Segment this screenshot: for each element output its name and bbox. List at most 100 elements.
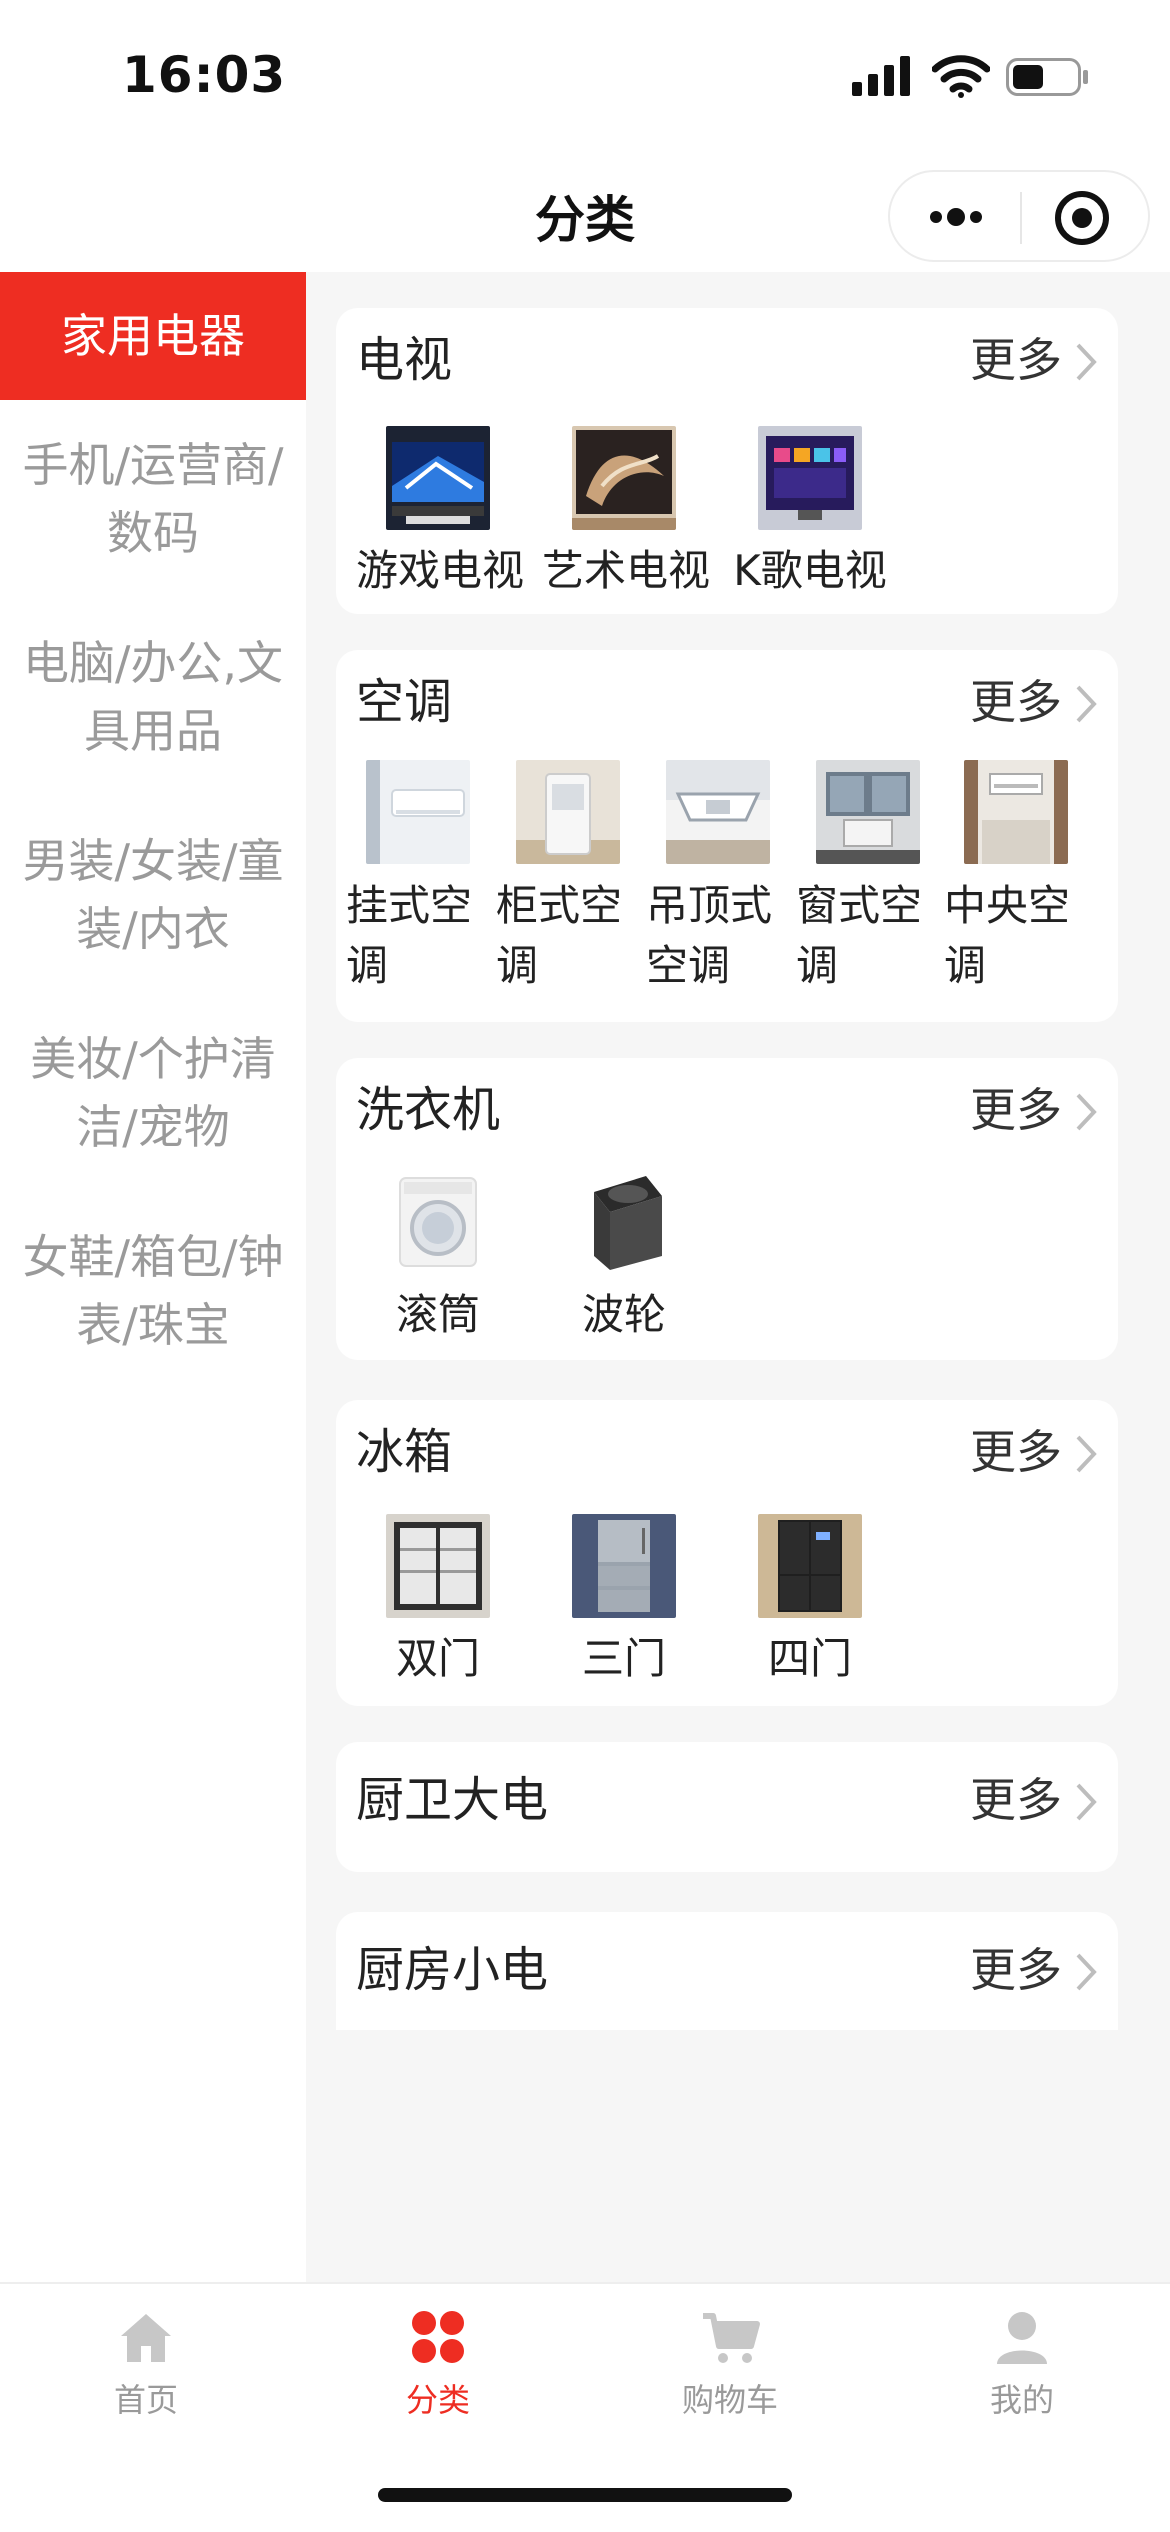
product-thumbnail [816,760,920,864]
subcategory-label: 三门 [581,1634,666,1683]
section-card-tv: 电视 更多 游戏电视 艺术电视 K歌电视 [336,308,1118,614]
more-link[interactable]: 更多 [970,326,1062,394]
category-icon [412,2311,464,2363]
subcategory-item-floor-ac[interactable]: 柜式空调 [486,760,650,996]
subcategory-item-game-tv[interactable]: 游戏电视 [356,426,525,600]
section-card-kitchen-bath-appliances: 厨卫大电 更多 [336,1742,1118,1872]
sidebar-item-label: 女鞋/箱包/钟表/珠宝 [22,1230,284,1352]
subcategory-label: 中央空调 [944,881,1071,990]
tab-category[interactable]: 分类 [292,2306,584,2422]
home-indicator [378,2488,792,2502]
sidebar-item-label: 美妆/个护清洁/宠物 [30,1032,276,1154]
sidebar-item-computers[interactable]: 电脑/办公,文具用品 [0,598,306,796]
battery-icon [1006,58,1088,96]
subcategory-item-art-tv[interactable]: 艺术电视 [542,426,711,600]
tab-label: 购物车 [681,2381,778,2419]
screen: 16:03 分类 家用电器 手机/运营商/数码 电脑/办公,文具用品 男装/女装… [0,0,1170,2532]
cellular-signal-icon [852,56,910,96]
more-link[interactable]: 更多 [970,1936,1062,2004]
sidebar-item-phones[interactable]: 手机/运营商/数码 [0,400,306,598]
section-title: 厨卫大电 [356,1772,549,1828]
product-thumbnail [366,760,470,864]
section-title: 冰箱 [356,1424,453,1480]
section-card-kitchen-small-appliances: 厨房小电 更多 [336,1912,1118,2030]
subcategory-label: 波轮 [581,1290,666,1339]
subcategory-label: 游戏电视 [356,546,525,595]
section-title: 厨房小电 [356,1942,549,1998]
more-link[interactable]: 更多 [970,668,1062,736]
user-icon [997,2312,1047,2364]
subcategory-item-triple-door[interactable]: 三门 [542,1514,706,1688]
product-thumbnail [572,1170,676,1274]
subcategory-item-karaoke-tv[interactable]: K歌电视 [728,426,892,600]
section-title: 洗衣机 [356,1082,501,1138]
subcategory-label: K歌电视 [733,546,887,595]
subcategory-label: 艺术电视 [542,546,711,595]
chevron-right-icon [1076,1093,1097,1131]
section-header: 空调 更多 [356,668,1110,738]
subcategory-label: 挂式空调 [346,881,473,990]
close-miniprogram-icon[interactable] [1054,190,1110,246]
chevron-right-icon [1076,685,1097,723]
subcategory-item-double-door[interactable]: 双门 [356,1514,520,1688]
miniprogram-capsule [888,170,1150,262]
tab-cart[interactable]: 购物车 [584,2306,876,2422]
tab-label: 我的 [989,2381,1054,2419]
more-link[interactable]: 更多 [970,1766,1062,1834]
subcategory-label: 柜式空调 [496,881,623,990]
product-thumbnail [758,426,862,530]
home-icon [121,2314,171,2362]
subcategory-label: 窗式空调 [796,881,923,990]
more-link[interactable]: 更多 [970,1418,1062,1486]
section-title: 电视 [356,332,453,388]
product-thumbnail [572,426,676,530]
category-content: 电视 更多 游戏电视 艺术电视 K歌电视 空调 更多 挂式空调 柜式空调 吊顶式… [306,272,1170,2282]
wifi-icon [932,55,990,98]
status-bar: 16:03 [0,0,1170,150]
section-header: 电视 更多 [356,326,1110,396]
tab-label: 首页 [113,2381,178,2419]
sidebar-item-beauty[interactable]: 美妆/个护清洁/宠物 [0,994,306,1192]
product-thumbnail [386,1514,490,1618]
subcategory-item-front-loader[interactable]: 滚筒 [356,1170,520,1344]
sidebar-item-label: 男装/女装/童装/内衣 [22,834,284,956]
section-header: 厨卫大电 更多 [356,1766,1110,1836]
section-header: 洗衣机 更多 [356,1076,1110,1146]
subcategory-item-wall-ac[interactable]: 挂式空调 [336,760,500,996]
cart-icon [703,2313,760,2363]
tab-home[interactable]: 首页 [0,2306,292,2422]
sidebar-item-shoes-bags[interactable]: 女鞋/箱包/钟表/珠宝 [0,1192,306,1390]
sidebar-item-label: 电脑/办公,文具用品 [22,636,284,758]
sidebar-item-clothing[interactable]: 男装/女装/童装/内衣 [0,796,306,994]
section-card-fridge: 冰箱 更多 双门 三门 四门 [336,1400,1118,1706]
more-link[interactable]: 更多 [970,1076,1062,1144]
status-time: 16:03 [122,46,287,104]
section-card-air-conditioner: 空调 更多 挂式空调 柜式空调 吊顶式空调 窗式空调 中央空调 [336,650,1118,1022]
product-thumbnail [666,760,770,864]
section-title: 空调 [356,674,453,730]
capsule-divider [1020,192,1022,244]
sidebar-item-home-appliances[interactable]: 家用电器 [0,272,306,400]
subcategory-label: 吊顶式空调 [646,881,773,990]
sidebar-item-label: 家用电器 [61,309,245,363]
section-card-washing-machine: 洗衣机 更多 滚筒 波轮 [336,1058,1118,1360]
subcategory-item-ceiling-ac[interactable]: 吊顶式空调 [636,760,800,996]
section-header: 冰箱 更多 [356,1418,1110,1488]
product-thumbnail [964,760,1068,864]
product-thumbnail [386,1170,490,1274]
subcategory-item-top-loader[interactable]: 波轮 [542,1170,706,1344]
subcategory-item-quad-door[interactable]: 四门 [728,1514,892,1688]
product-thumbnail [516,760,620,864]
subcategory-label: 双门 [395,1634,480,1683]
section-header: 厨房小电 更多 [356,1936,1110,2006]
subcategory-label: 滚筒 [395,1290,480,1339]
subcategory-item-central-ac[interactable]: 中央空调 [934,760,1098,996]
chevron-right-icon [1076,343,1097,381]
product-thumbnail [758,1514,862,1618]
chevron-right-icon [1076,1435,1097,1473]
sidebar-item-label: 手机/运营商/数码 [22,438,284,560]
tab-profile[interactable]: 我的 [876,2306,1168,2422]
more-options-icon[interactable] [926,202,986,232]
subcategory-item-window-ac[interactable]: 窗式空调 [786,760,950,996]
category-sidebar: 家用电器 手机/运营商/数码 电脑/办公,文具用品 男装/女装/童装/内衣 美妆… [0,272,306,2282]
